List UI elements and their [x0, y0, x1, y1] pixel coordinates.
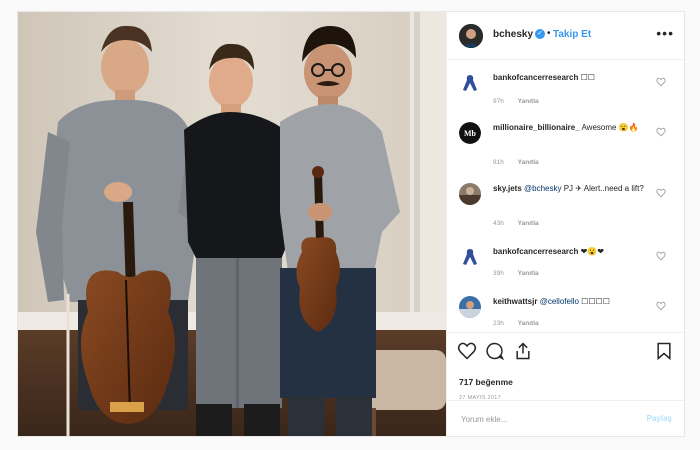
- comment-body: ☐☐☐☐: [578, 297, 610, 306]
- post-side-panel: bchesky ✓ • Takip Et ••• bankofcancerres…: [446, 12, 684, 436]
- author-avatar-image: [459, 24, 483, 48]
- like-comment-heart-icon[interactable]: [656, 77, 666, 87]
- comment-item: Mb millionaire_billionaire_ Awesome 😮🔥 8…: [447, 122, 684, 172]
- mb-logo-icon: Mb: [459, 122, 481, 144]
- comment-username[interactable]: millionaire_billionaire_: [493, 123, 580, 132]
- header-separator: •: [547, 28, 551, 39]
- reply-button[interactable]: Yanıtla: [518, 270, 539, 277]
- comment-meta: 97h Yanıtla: [493, 98, 539, 105]
- comment-username[interactable]: sky.jets: [493, 184, 522, 193]
- post-photo-illustration: [18, 12, 446, 436]
- commenter-avatar[interactable]: [459, 183, 481, 205]
- comment-time: 81h: [493, 159, 504, 166]
- comment-meta: 23h Yanıtla: [493, 320, 539, 327]
- author-username[interactable]: bchesky: [493, 29, 533, 40]
- comment-meta: 81h Yanıtla: [493, 159, 539, 166]
- author-avatar[interactable]: [459, 24, 483, 48]
- reply-button[interactable]: Yanıtla: [518, 98, 539, 105]
- comment-username[interactable]: bankofcancerresearch: [493, 247, 578, 256]
- comment-text: bankofcancerresearch ❤😮❤: [493, 246, 651, 257]
- cancer-ribbon-icon: [459, 246, 481, 268]
- comment-body: ☐☐: [578, 73, 595, 82]
- comment-text: bankofcancerresearch ☐☐: [493, 72, 651, 83]
- comments-list: bankofcancerresearch ☐☐ 97h Yanıtla Mb m…: [447, 60, 684, 332]
- commenter-avatar-ribbon-icon[interactable]: [459, 72, 481, 94]
- comment-time: 43h: [493, 220, 504, 227]
- save-bookmark-icon[interactable]: [654, 341, 674, 361]
- verified-badge-icon: ✓: [535, 29, 545, 39]
- more-options-icon[interactable]: •••: [656, 25, 674, 41]
- add-comment-bar: Paylaş: [447, 400, 684, 436]
- commenter-avatar[interactable]: Mb: [459, 122, 481, 144]
- like-comment-heart-icon[interactable]: [656, 301, 666, 311]
- comment-time: 39h: [493, 270, 504, 277]
- comment-text: keithwattsjr @cellofello ☐☐☐☐: [493, 296, 651, 307]
- sky-jets-avatar-image: [459, 183, 481, 205]
- like-comment-heart-icon[interactable]: [656, 251, 666, 261]
- svg-text:Mb: Mb: [464, 129, 477, 138]
- likes-count[interactable]: 717 beğenme: [459, 377, 513, 387]
- comment-meta: 39h Yanıtla: [493, 270, 539, 277]
- post-photo[interactable]: [18, 12, 446, 436]
- commenter-avatar-ribbon-icon[interactable]: [459, 246, 481, 268]
- comment-body: Awesome 😮🔥: [579, 123, 639, 132]
- like-heart-icon[interactable]: [457, 341, 477, 361]
- comment-body: ❤😮❤: [578, 247, 604, 256]
- comment-bubble-icon[interactable]: [485, 341, 505, 361]
- comment-time: 97h: [493, 98, 504, 105]
- comment-item: sky.jets @bchesky PJ ✈ Alert..need a lif…: [447, 183, 684, 233]
- comment-item: bankofcancerresearch ❤😮❤ 39h Yanıtla: [447, 246, 684, 296]
- comment-meta: 43h Yanıtla: [493, 220, 539, 227]
- comment-time: 23h: [493, 320, 504, 327]
- post-card: bchesky ✓ • Takip Et ••• bankofcancerres…: [17, 11, 685, 437]
- comment-username[interactable]: bankofcancerresearch: [493, 73, 578, 82]
- reply-button[interactable]: Yanıtla: [518, 220, 539, 227]
- like-comment-heart-icon[interactable]: [656, 188, 666, 198]
- comment-item: bankofcancerresearch ☐☐ 97h Yanıtla: [447, 72, 684, 122]
- comment-mention[interactable]: @bchesky: [524, 184, 561, 193]
- comment-text: sky.jets @bchesky PJ ✈ Alert..need a lif…: [493, 183, 651, 194]
- share-icon[interactable]: [513, 341, 533, 361]
- comment-input[interactable]: [459, 410, 633, 428]
- comment-text: millionaire_billionaire_ Awesome 😮🔥: [493, 122, 651, 133]
- post-comment-button[interactable]: Paylaş: [647, 414, 672, 423]
- follow-button[interactable]: Takip Et: [553, 29, 591, 40]
- commenter-avatar[interactable]: [459, 296, 481, 318]
- keithwattsjr-avatar-image: [459, 296, 481, 318]
- post-header: bchesky ✓ • Takip Et •••: [447, 12, 684, 60]
- comment-item: keithwattsjr @cellofello ☐☐☐☐ 23h Yanıtl…: [447, 296, 684, 332]
- cancer-ribbon-icon: [459, 72, 481, 94]
- comment-body: PJ ✈ Alert..need a lift?: [561, 184, 644, 193]
- reply-button[interactable]: Yanıtla: [518, 159, 539, 166]
- comment-mention[interactable]: @cellofello: [540, 297, 579, 306]
- like-comment-heart-icon[interactable]: [656, 127, 666, 137]
- comment-username[interactable]: keithwattsjr: [493, 297, 537, 306]
- reply-button[interactable]: Yanıtla: [518, 320, 539, 327]
